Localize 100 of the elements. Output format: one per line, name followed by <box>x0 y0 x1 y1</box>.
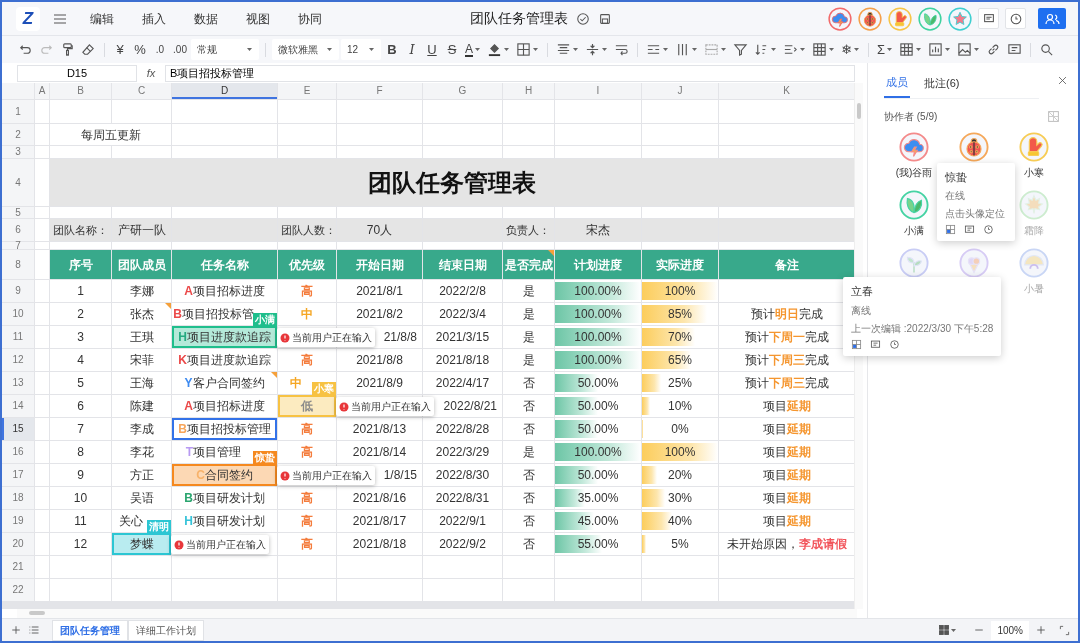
column-header[interactable]: F <box>337 83 422 99</box>
toolbar-dropdown[interactable]: 12 <box>341 39 381 60</box>
sheet-tab[interactable]: 团队任务管理 <box>52 619 128 641</box>
editing-cell[interactable]: 低 <box>278 395 336 417</box>
menu-item[interactable]: 视图 <box>242 7 274 30</box>
table-cell-text: 否 <box>522 421 535 438</box>
toolbar-button[interactable]: .0 <box>151 39 169 60</box>
history-button[interactable] <box>1005 8 1026 29</box>
panel-tab[interactable]: 成员 <box>884 71 910 98</box>
progress-reading: 5% <box>671 536 689 553</box>
cloud-icon[interactable] <box>899 131 929 162</box>
toolbar-button[interactable]: A <box>463 39 483 60</box>
comment-button[interactable] <box>978 8 999 29</box>
table-cell-text: 李娜 <box>129 283 154 300</box>
toolbar-button[interactable]: U <box>423 39 441 60</box>
row-header[interactable]: 17 <box>2 464 34 486</box>
table-cell-text: 李成 <box>129 421 154 438</box>
comment-icon[interactable] <box>964 224 975 235</box>
toolbar-button[interactable]: I <box>403 39 421 60</box>
clock-icon[interactable] <box>889 338 900 350</box>
fullscreen-button[interactable] <box>1059 624 1070 636</box>
menu-item[interactable]: 协同 <box>294 7 326 30</box>
row-header[interactable]: 16 <box>2 441 34 463</box>
progress-reading: 30% <box>668 490 692 507</box>
close-button[interactable] <box>1057 75 1068 86</box>
toolbar-dropdown[interactable]: 常规 <box>191 39 259 60</box>
toolbar-dropdown[interactable]: 微软雅黑 <box>272 39 339 60</box>
table-cell-text: 项目延期 <box>762 398 811 415</box>
column-header[interactable]: J <box>642 83 718 99</box>
card-status: 在线 <box>945 189 966 203</box>
editing-cell[interactable]: C合同签约 <box>172 464 277 486</box>
row-header[interactable]: 21 <box>2 556 34 578</box>
menu-item[interactable]: 插入 <box>138 7 170 30</box>
formula-field[interactable]: B项目招投标管理 <box>165 64 855 82</box>
column-header[interactable]: C <box>112 83 171 99</box>
leaf-icon[interactable] <box>918 6 942 31</box>
panel-tab[interactable]: 批注(6) <box>922 71 962 98</box>
row-header[interactable]: 8 <box>2 250 34 279</box>
row-header[interactable]: 4 <box>2 159 34 206</box>
zoom-in-button[interactable] <box>1035 624 1047 636</box>
column-header[interactable]: B <box>50 83 111 99</box>
column-header[interactable]: G <box>423 83 502 99</box>
row-header[interactable]: 1 <box>2 100 34 123</box>
row-header[interactable]: 7 <box>2 242 34 249</box>
sort-icon <box>754 42 769 57</box>
toolbar-button[interactable]: .00 <box>171 39 189 60</box>
clock-icon[interactable] <box>983 224 994 235</box>
row-header[interactable]: 6 <box>2 219 34 241</box>
comment-icon[interactable] <box>870 338 881 350</box>
toolbar-button[interactable]: ❄ <box>839 39 862 60</box>
alert-icon <box>280 470 290 481</box>
members-button[interactable] <box>1038 8 1066 29</box>
column-header[interactable]: I <box>555 83 641 99</box>
column-header[interactable]: H <box>503 83 554 99</box>
column-header[interactable]: D <box>172 83 277 99</box>
locate-icon[interactable] <box>851 338 862 350</box>
row-header[interactable]: 12 <box>2 349 34 371</box>
column-header[interactable]: A <box>35 83 49 99</box>
row-header[interactable]: 18 <box>2 487 34 509</box>
row-header[interactable]: 14 <box>2 395 34 417</box>
mitten-icon[interactable] <box>1019 131 1049 162</box>
mitten-icon[interactable] <box>888 6 912 31</box>
row-header[interactable]: 3 <box>2 146 34 158</box>
sheet-tab[interactable]: 详细工作计划 <box>128 619 204 641</box>
row-header[interactable]: 11 <box>2 326 34 348</box>
row-header[interactable]: 13 <box>2 372 34 394</box>
flower-icon[interactable] <box>948 6 972 31</box>
toolbar-button[interactable]: ¥ <box>111 39 129 60</box>
table-cell-text: 7 <box>77 421 84 438</box>
eraser-icon <box>81 42 96 57</box>
ladybug-icon[interactable] <box>959 131 989 162</box>
editing-cell[interactable]: H项目进度款追踪 <box>172 326 277 348</box>
ladybug-icon[interactable] <box>858 6 882 31</box>
row-header[interactable]: 15 <box>2 418 34 440</box>
row-header[interactable]: 10 <box>2 303 34 325</box>
cloud-icon[interactable] <box>828 6 852 31</box>
member-name: 小寒 <box>1024 165 1044 180</box>
toolbar-button[interactable]: Σ <box>874 39 895 60</box>
table-cell-text: 8 <box>77 444 84 461</box>
menu-item[interactable]: 数据 <box>190 7 222 30</box>
save-icon[interactable] <box>598 11 612 26</box>
column-header[interactable]: K <box>719 83 854 99</box>
column-header[interactable]: E <box>278 83 336 99</box>
leaf-icon[interactable] <box>899 189 929 220</box>
add-sheet-button[interactable] <box>10 624 22 636</box>
progress-reading: 50.00% <box>577 467 619 484</box>
toolbar-button[interactable]: S <box>443 39 461 60</box>
row-header[interactable]: 2 <box>2 124 34 145</box>
toolbar-button[interactable]: % <box>131 39 149 60</box>
locate-icon[interactable] <box>945 224 956 235</box>
row-header[interactable]: 20 <box>2 533 34 555</box>
row-header[interactable]: 5 <box>2 207 34 218</box>
row-header[interactable]: 22 <box>2 579 34 601</box>
menu-item[interactable]: 编辑 <box>86 7 118 30</box>
toolbar-button[interactable]: B <box>383 39 401 60</box>
row-header[interactable]: 9 <box>2 280 34 302</box>
row-header[interactable]: 19 <box>2 510 34 532</box>
cell-name-field[interactable]: D15 <box>17 64 137 82</box>
horizontal-scrollbar[interactable] <box>17 609 857 618</box>
view-mode-button[interactable] <box>938 624 958 636</box>
